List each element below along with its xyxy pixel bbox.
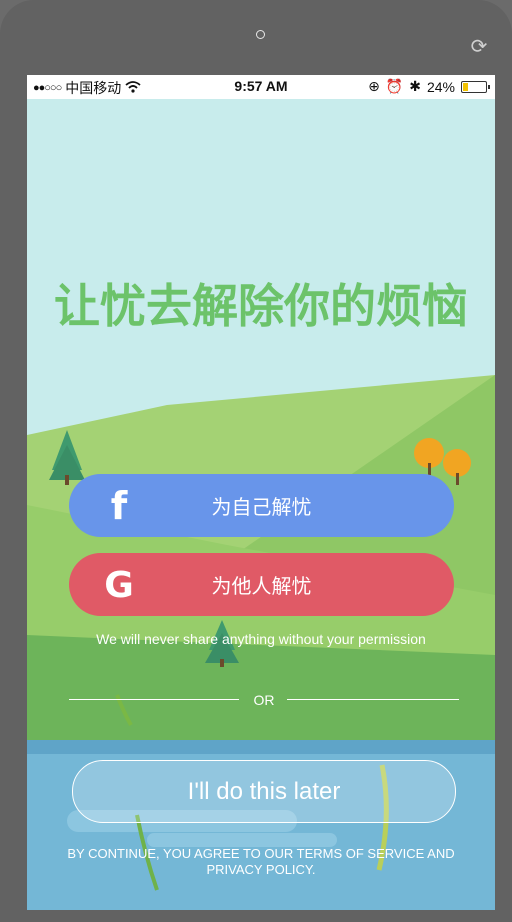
or-divider: OR <box>69 691 459 708</box>
privacy-note: We will never share anything without you… <box>96 631 426 647</box>
battery-percentage: 24% <box>426 78 455 95</box>
others-relief-button[interactable]: G 为他人解忧 <box>69 553 454 616</box>
battery-icon <box>461 80 490 93</box>
self-relief-label: 为自己解忧 <box>211 497 312 519</box>
device-frame: ⟳ ●●○○○ 中国移动 9:57 AM ⊕ ⏰ ✱ 24% 让忧去解除你的烦恼… <box>0 0 512 922</box>
others-relief-label: 为他人解忧 <box>211 576 312 598</box>
camera-dot <box>256 30 265 39</box>
headline: 让忧去解除你的烦恼 <box>54 279 468 333</box>
terms-notice[interactable]: BY CONTINUE, YOU AGREE TO OUR TERMS OF S… <box>57 846 465 878</box>
google-icon: G <box>104 564 134 606</box>
app-screen: ●●○○○ 中国移动 9:57 AM ⊕ ⏰ ✱ 24% 让忧去解除你的烦恼 f… <box>27 75 495 910</box>
bluetooth-icon: ✱ <box>409 78 421 94</box>
status-bar: ●●○○○ 中国移动 9:57 AM ⊕ ⏰ ✱ 24% <box>27 75 495 99</box>
divider-line-right <box>287 699 459 700</box>
rotate-icon[interactable]: ⟳ <box>468 36 490 58</box>
or-label: OR <box>253 692 275 708</box>
do-later-button[interactable]: I'll do this later <box>72 760 456 823</box>
facebook-icon: f <box>110 484 128 528</box>
rotation-lock-icon: ⊕ <box>368 78 380 94</box>
alarm-icon: ⏰ <box>385 78 404 94</box>
self-relief-button[interactable]: f 为自己解忧 <box>69 474 454 537</box>
